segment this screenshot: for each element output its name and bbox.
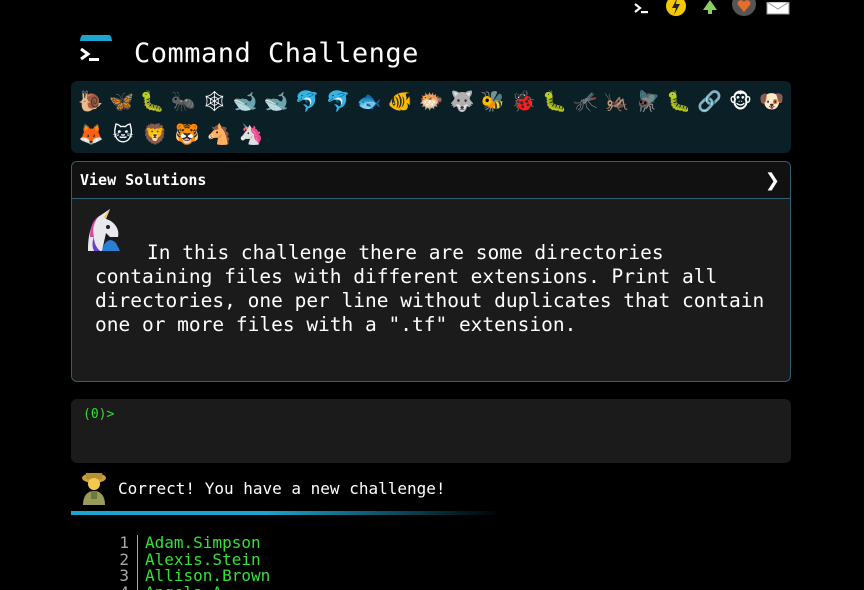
lightning-badge-icon[interactable] [664,0,688,16]
unicorn-icon [80,207,128,255]
result-text: Correct! You have a new challenge! [118,478,446,498]
tropical-fish-icon[interactable]: 🐠 [385,85,416,117]
creature-row: 🦊 🐱 🦁 🐯 🐴 🦄 [75,117,787,150]
tiger-icon[interactable]: 🐯 [171,118,203,150]
dog-icon[interactable]: 🐶 [756,85,787,117]
divider [71,511,501,515]
link-icon[interactable]: 🔗 [694,85,725,117]
spider-web-icon[interactable]: 🕸 [199,85,230,117]
dolphin-icon[interactable]: 🐬 [323,85,354,117]
lion-icon[interactable]: 🦁 [139,118,171,150]
command-output: 1 Adam.Simpson 2 Alexis.Stein 3 Allison.Brown… [111,534,270,590]
envelope-icon[interactable] [766,0,790,16]
horse-icon[interactable]: 🐴 [203,118,235,150]
butterfly-icon[interactable]: 🦋 [106,85,137,117]
fox-icon[interactable]: 🦊 [75,118,107,150]
challenge-prompt-text: In this challenge there are some directo… [95,241,765,336]
dolphin-icon[interactable]: 🐬 [292,85,323,117]
creature-row: 🐌 🦋 🐛 🐜 🕸 🐋 🐋 🐬 🐬 🐟 🐠 🐡 🐺 🐝 🐞 🐛 🦟 🦗 🪰 🐛 🔗 🐵 🐶 [75,84,787,117]
bee-icon[interactable]: 🐝 [477,85,508,117]
terminal-icon[interactable] [630,0,654,16]
worm-icon[interactable]: 🐛 [663,85,694,117]
monkey-icon[interactable]: 🐵 [725,85,756,117]
view-solutions-toggle[interactable]: View Solutions ❯ [72,162,790,199]
output-line: 4Angela.A [111,584,270,590]
result-message: Correct! You have a new challenge! [80,470,446,506]
page-title: Command Challenge [134,37,419,69]
guide-person-icon [80,471,108,505]
challenge-description: In this challenge there are some directo… [72,199,790,337]
command-challenge-logo-icon[interactable] [78,29,114,71]
page-header: Command Challenge [78,29,419,76]
snail-icon[interactable]: 🐌 [75,85,106,117]
unicorn-icon[interactable]: 🦄 [235,118,267,150]
command-input-terminal[interactable]: (0)> [71,399,791,463]
chevron-right-icon: ❯ [764,169,780,191]
cat-icon[interactable]: 🐱 [107,118,139,150]
terminal-prompt: (0)> [83,407,115,422]
blowfish-icon[interactable]: 🐡 [415,85,446,117]
tree-icon[interactable] [698,0,722,16]
challenge-card: View Solutions ❯ In this challenge there… [71,161,791,382]
challenge-progress-bar: 🐌 🦋 🐛 🐜 🕸 🐋 🐋 🐬 🐬 🐟 🐠 🐡 🐺 🐝 🐞 🐛 🦟 🦗 🪰 🐛 🔗 🐵 🐶 🦊 🐱 🦁 🐯 🐴 🦄 [71,81,791,153]
wolf-icon[interactable]: 🐺 [446,85,477,117]
heart-shield-icon[interactable] [732,0,756,16]
line-number: 4 [111,584,138,590]
mantis-icon[interactable]: 🦗 [601,85,632,117]
worm-icon[interactable]: 🐛 [539,85,570,117]
top-toolbar [630,0,790,16]
mosquito-icon[interactable]: 🦟 [570,85,601,117]
caterpillar-icon[interactable]: 🐛 [137,85,168,117]
fly-icon[interactable]: 🪰 [632,85,663,117]
ant-icon[interactable]: 🐜 [168,85,199,117]
view-solutions-label: View Solutions [80,171,207,189]
output-text: Angela.A [138,584,222,590]
ladybug-icon[interactable]: 🐞 [508,85,539,117]
fish-icon[interactable]: 🐟 [354,85,385,117]
whale-icon[interactable]: 🐋 [261,85,292,117]
whale-icon[interactable]: 🐋 [230,85,261,117]
